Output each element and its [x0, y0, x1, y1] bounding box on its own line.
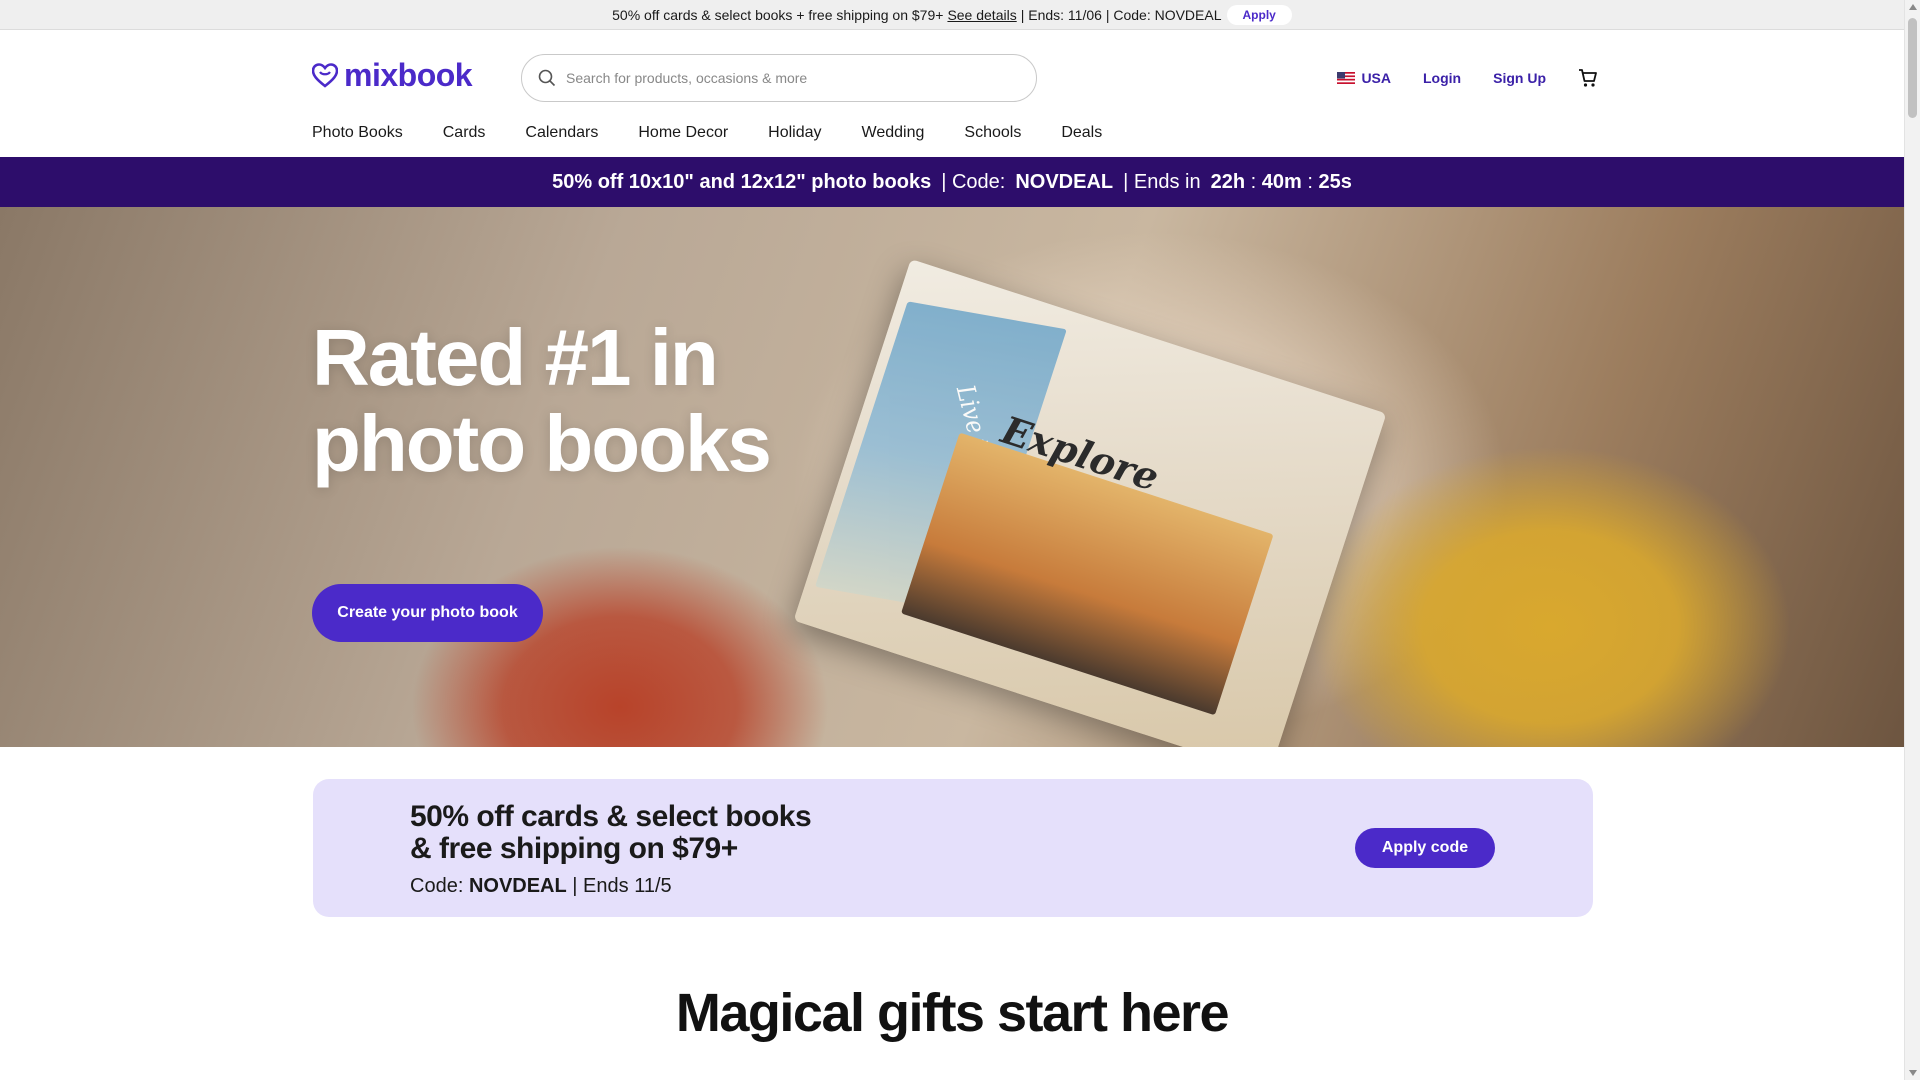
hero-title-line2: photo books — [312, 399, 772, 488]
offer-code: NOVDEAL — [468, 875, 567, 897]
login-link[interactable]: Login — [1423, 70, 1461, 86]
offer-headline-line1: 50% off cards & select books — [410, 800, 812, 833]
offer-code-line: Code: NOVDEAL | Ends 11/5 — [410, 875, 811, 898]
apply-code-button[interactable]: Apply — [1226, 4, 1292, 25]
scroll-down-arrow-icon[interactable] — [1909, 1070, 1917, 1076]
nav-item-home-decor[interactable]: Home Decor — [638, 124, 728, 142]
announcement-text: 50% off cards & select books + free ship… — [612, 6, 944, 23]
section-heading: Magical gifts start here — [675, 983, 1230, 1043]
signup-link[interactable]: Sign Up — [1493, 70, 1546, 86]
announcement-bar: 50% off cards & select books + free ship… — [0, 0, 1904, 30]
site-header: mixbook USA Login Sign Up — [0, 30, 1904, 157]
create-photo-book-button[interactable]: Create your photo book — [312, 584, 543, 642]
offer-headline-line2: & free shipping on $79+ — [410, 832, 738, 865]
hero-photo-book-image: Live to travel Explore — [793, 259, 1387, 747]
hero-title-line1: Rated #1 in — [312, 313, 719, 402]
hero-title: Rated #1 in photo books — [312, 313, 772, 488]
nav-item-holiday[interactable]: Holiday — [768, 124, 821, 142]
nav-item-photo-books[interactable]: Photo Books — [312, 124, 403, 142]
mixbook-logo[interactable]: mixbook — [312, 57, 473, 94]
countdown-timer: 22h : 40m : 25s — [1211, 171, 1352, 194]
offer-code-label: Code: — [410, 875, 464, 897]
us-flag-icon — [1337, 72, 1356, 84]
promo-code: NOVDEAL — [1015, 170, 1114, 193]
promo-banner[interactable]: 50% off 10x10" and 12x12" photo books | … — [0, 157, 1904, 207]
header-actions: USA Login Sign Up — [1337, 68, 1598, 88]
promo-headline: 50% off 10x10" and 12x12" photo books — [552, 170, 932, 193]
logo-wordmark: mixbook — [344, 57, 473, 93]
offer-card: 50% off cards & select books & free ship… — [313, 779, 1593, 917]
timer-colon: : — [1250, 170, 1257, 193]
offer-ends: | Ends 11/5 — [572, 875, 672, 897]
country-selector[interactable]: USA — [1337, 70, 1391, 86]
scroll-up-arrow-icon[interactable] — [1909, 4, 1917, 10]
heart-logo-icon — [312, 62, 338, 88]
search-icon — [538, 69, 556, 87]
main-nav: Photo Books Cards Calendars Home Decor H… — [312, 124, 1102, 142]
cart-icon[interactable] — [1578, 68, 1598, 88]
search-bar[interactable] — [521, 54, 1037, 102]
page-scrollbar[interactable] — [1904, 0, 1920, 1080]
nav-item-cards[interactable]: Cards — [443, 124, 486, 142]
search-input[interactable] — [566, 70, 986, 86]
timer-seconds: 25s — [1318, 170, 1352, 193]
country-label: USA — [1361, 70, 1391, 86]
scrollbar-thumb[interactable] — [1908, 18, 1917, 118]
hero-banner: Live to travel Explore Rated #1 in photo… — [0, 207, 1904, 747]
nav-item-wedding[interactable]: Wedding — [862, 124, 925, 142]
offer-headline: 50% off cards & select books & free ship… — [410, 800, 812, 865]
see-details-link[interactable]: See details — [947, 7, 1016, 23]
timer-minutes: 40m — [1261, 170, 1302, 193]
apply-code-button[interactable]: Apply code — [1355, 828, 1495, 868]
promo-code-label: | Code: — [941, 170, 1006, 193]
nav-item-schools[interactable]: Schools — [964, 124, 1021, 142]
announcement-ends-text: | Ends: 11/06 | Code: NOVDEAL — [1020, 6, 1222, 23]
promo-ends-label: | Ends in — [1123, 170, 1201, 193]
timer-colon: : — [1307, 170, 1313, 193]
nav-item-calendars[interactable]: Calendars — [525, 124, 598, 142]
nav-item-deals[interactable]: Deals — [1061, 124, 1102, 142]
timer-hours: 22h — [1210, 170, 1246, 193]
offer-text: 50% off cards & select books & free ship… — [410, 800, 812, 898]
